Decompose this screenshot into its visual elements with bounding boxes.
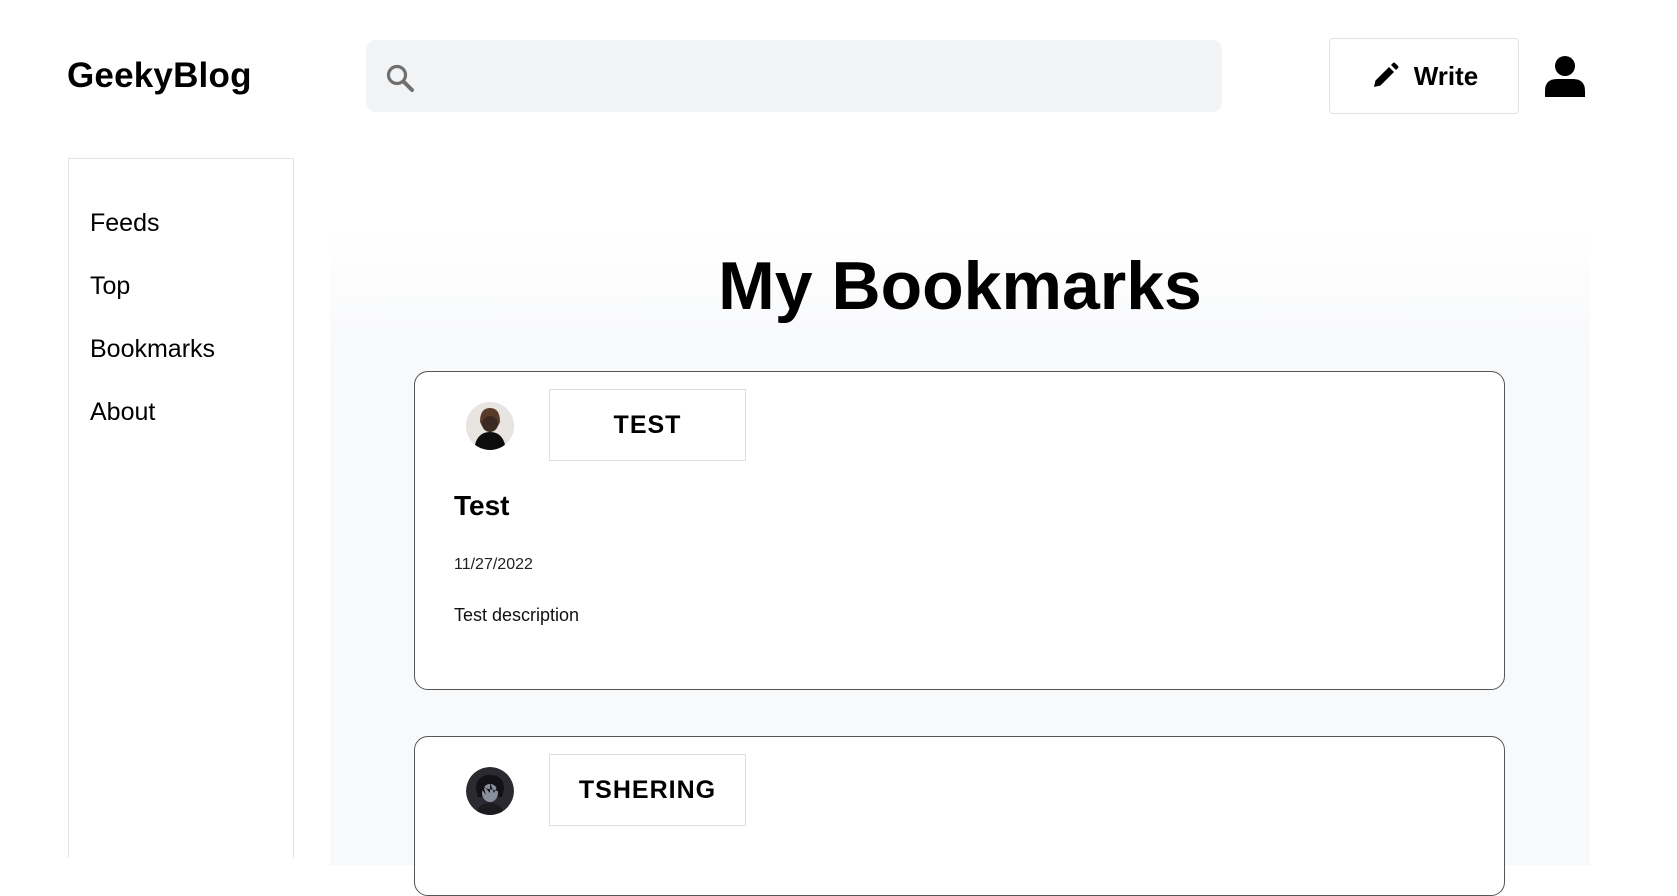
pencil-icon	[1373, 62, 1399, 87]
post-card[interactable]: TEST Test 11/27/2022 Test description	[414, 371, 1505, 690]
main-content: My Bookmarks TEST Test 11/27/2022 Test d…	[330, 225, 1590, 896]
sidebar-item-about[interactable]: About	[90, 398, 155, 427]
post-date: 11/27/2022	[454, 556, 533, 573]
page-title: My Bookmarks	[718, 248, 1202, 324]
site-logo[interactable]: GeekyBlog	[67, 56, 252, 96]
search-bar[interactable]	[366, 40, 1222, 112]
post-card[interactable]: TSHERING	[414, 736, 1505, 896]
top-header: GeekyBlog Write	[0, 0, 1677, 150]
user-icon[interactable]	[1545, 55, 1585, 97]
author-avatar[interactable]	[466, 402, 514, 450]
author-tag[interactable]: TEST	[549, 389, 746, 461]
author-tag[interactable]: TSHERING	[549, 754, 746, 826]
post-description: Test description	[454, 605, 580, 625]
write-label: Write	[1413, 60, 1479, 91]
sidebar-item-feeds[interactable]: Feeds	[90, 209, 159, 238]
sidebar-nav: Feeds Top Bookmarks About	[68, 158, 294, 858]
search-input[interactable]	[430, 40, 1210, 112]
post-title[interactable]: Test	[454, 490, 510, 522]
sidebar-item-top[interactable]: Top	[90, 272, 130, 301]
sidebar-item-bookmarks[interactable]: Bookmarks	[90, 335, 215, 364]
search-icon	[386, 64, 414, 92]
write-button[interactable]: Write	[1329, 38, 1519, 114]
author-avatar[interactable]	[466, 767, 514, 815]
